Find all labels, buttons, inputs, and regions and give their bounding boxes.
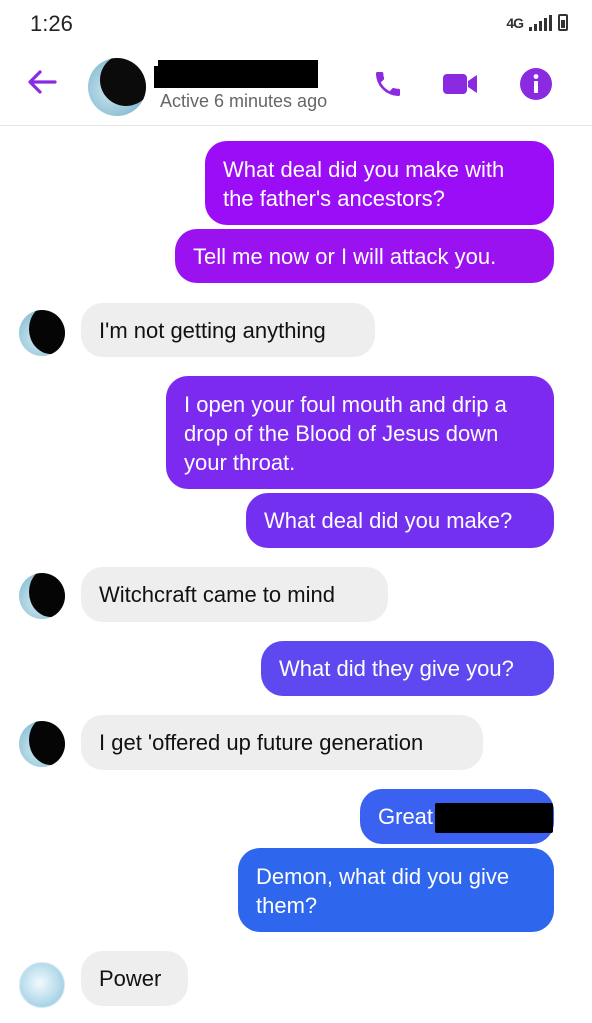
message-text: I open your foul mouth and drip a drop o…: [184, 392, 507, 475]
message-bubble-received[interactable]: I'm not getting anything: [81, 303, 375, 357]
active-status: Active 6 minutes ago: [160, 91, 328, 111]
message-bubble-sent[interactable]: What deal did you make?: [246, 493, 554, 548]
phone-icon: [376, 72, 400, 96]
back-button[interactable]: [22, 62, 62, 102]
status-bar: 1:26 4G: [0, 0, 592, 46]
message-text: I get 'offered up future generation: [99, 730, 424, 755]
message-bubble-received[interactable]: I get 'offered up future generation: [81, 715, 483, 770]
redaction-mark: [29, 310, 65, 354]
video-call-button[interactable]: [440, 64, 480, 104]
message-text: I'm not getting anything: [99, 318, 326, 343]
status-time: 1:26: [30, 11, 73, 36]
message-text: What did they give you?: [279, 656, 514, 681]
sender-avatar[interactable]: [19, 310, 65, 356]
back-arrow-icon: [28, 70, 57, 94]
redaction-mark: [29, 573, 65, 617]
message-text: Tell me now or I will attack you.: [193, 244, 497, 269]
info-button[interactable]: [516, 64, 556, 104]
status-icons: 4G: [506, 14, 568, 31]
message-text: Great: [378, 804, 434, 829]
message-bubble-received[interactable]: Power: [81, 951, 188, 1006]
contact-avatar[interactable]: [88, 58, 146, 116]
message-bubble-sent[interactable]: Great: [360, 789, 554, 844]
redaction-mark: [29, 721, 65, 765]
message-bubble-received[interactable]: Witchcraft came to mind: [81, 567, 388, 622]
message-text: What deal did you make with the father's…: [223, 157, 505, 211]
sender-avatar[interactable]: [19, 962, 65, 1008]
message-bubble-sent[interactable]: What deal did you make with the father's…: [205, 141, 554, 225]
message-text: Power: [99, 966, 162, 991]
signal-icon: [529, 14, 552, 31]
message-bubble-sent[interactable]: Demon, what did you give them?: [238, 848, 554, 932]
info-icon: [520, 68, 552, 100]
voice-call-button[interactable]: [368, 64, 408, 104]
message-text: Witchcraft came to mind: [99, 582, 335, 607]
message-bubble-sent[interactable]: Tell me now or I will attack you.: [175, 229, 554, 283]
message-bubble-sent[interactable]: I open your foul mouth and drip a drop o…: [166, 376, 554, 489]
conversation-header: Active 6 minutes ago: [0, 46, 592, 126]
sender-avatar[interactable]: [19, 721, 65, 767]
message-text: Demon, what did you give them?: [256, 864, 510, 918]
message-bubble-sent[interactable]: What did they give you?: [261, 641, 554, 696]
contact-name-redaction[interactable]: [154, 60, 318, 88]
battery-icon: [558, 14, 568, 31]
redaction-mark: [100, 58, 146, 106]
message-text: What deal did you make?: [264, 508, 513, 533]
redaction-mark: [435, 803, 554, 834]
video-camera-icon: [443, 74, 477, 94]
sender-avatar[interactable]: [19, 573, 65, 619]
network-type-label: 4G: [506, 14, 524, 31]
